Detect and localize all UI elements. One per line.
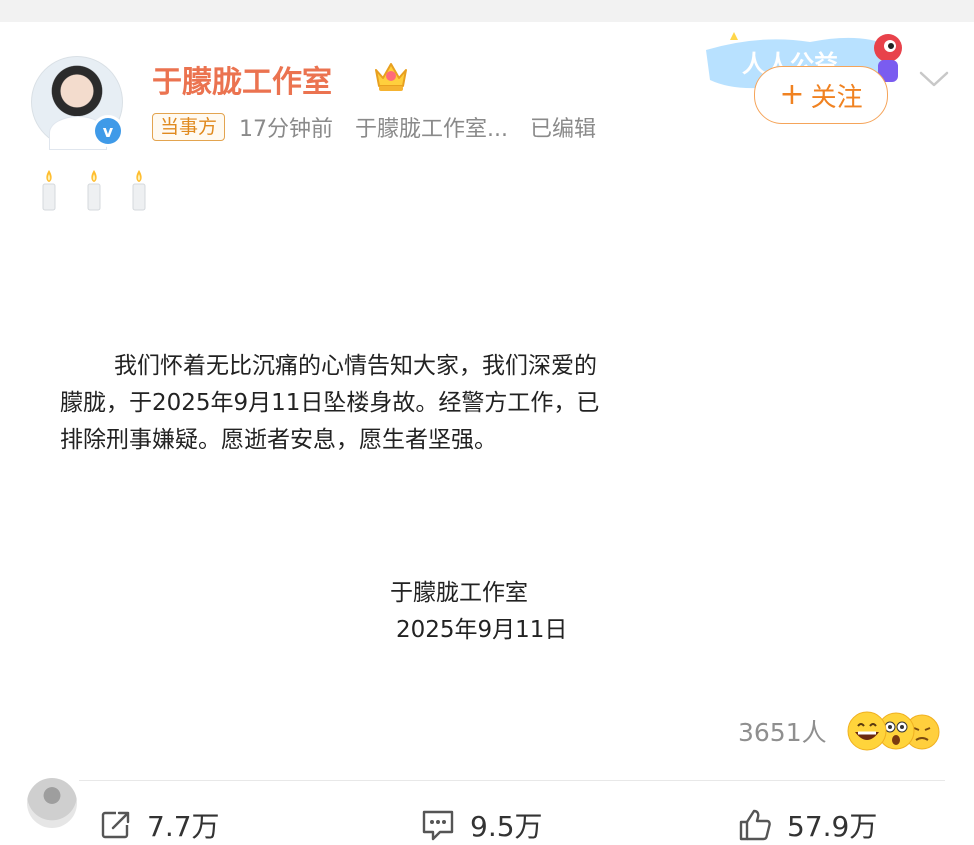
post-meta: 当事方 17分钟前 于朦胧工作室... 已编辑 xyxy=(152,112,596,142)
comment-icon xyxy=(422,810,454,841)
repost-button[interactable]: 7.7万 xyxy=(99,805,220,845)
divider xyxy=(79,780,945,781)
repost-icon xyxy=(101,811,130,839)
crown-icon xyxy=(375,63,407,91)
post-time: 17分钟前 xyxy=(239,117,334,142)
post-source[interactable]: 于朦胧工作室... xyxy=(355,111,508,143)
candle-icon xyxy=(87,170,101,211)
verified-icon: v xyxy=(92,115,124,147)
comment-count: 9.5万 xyxy=(470,810,543,843)
like-count: 57.9万 xyxy=(787,810,878,843)
post-paragraph: 我们怀着无比沉痛的心情告知大家，我们深爱的朦胧，于2025年9月11日坠楼身故。… xyxy=(60,353,600,453)
post-body: 我们怀着无比沉痛的心情告知大家，我们深爱的朦胧，于2025年9月11日坠楼身故。… xyxy=(60,348,600,459)
comment-button[interactable]: 9.5万 xyxy=(420,805,543,845)
thumbs-up-icon xyxy=(739,809,771,841)
repost-count: 7.7万 xyxy=(147,810,220,843)
signature-name: 于朦胧工作室 xyxy=(390,580,528,606)
party-tag: 当事方 xyxy=(152,113,226,141)
post-signature: 于朦胧工作室 2025年9月11日 xyxy=(390,575,567,649)
signature-date: 2025年9月11日 xyxy=(396,617,568,643)
chevron-down-icon[interactable] xyxy=(918,68,950,90)
follow-button[interactable]: + 关注 xyxy=(754,66,888,124)
candle-icon xyxy=(42,170,56,211)
top-band xyxy=(0,0,974,22)
candle-icon xyxy=(132,170,146,211)
commenter-avatar[interactable] xyxy=(27,778,77,828)
account-name[interactable]: 于朦胧工作室 xyxy=(152,57,332,101)
like-button[interactable]: 57.9万 xyxy=(737,805,877,845)
edited-label[interactable]: 已编辑 xyxy=(530,111,596,143)
reaction-count[interactable]: 3651人 xyxy=(738,713,827,749)
reaction-emoji-icons[interactable] xyxy=(846,710,944,752)
